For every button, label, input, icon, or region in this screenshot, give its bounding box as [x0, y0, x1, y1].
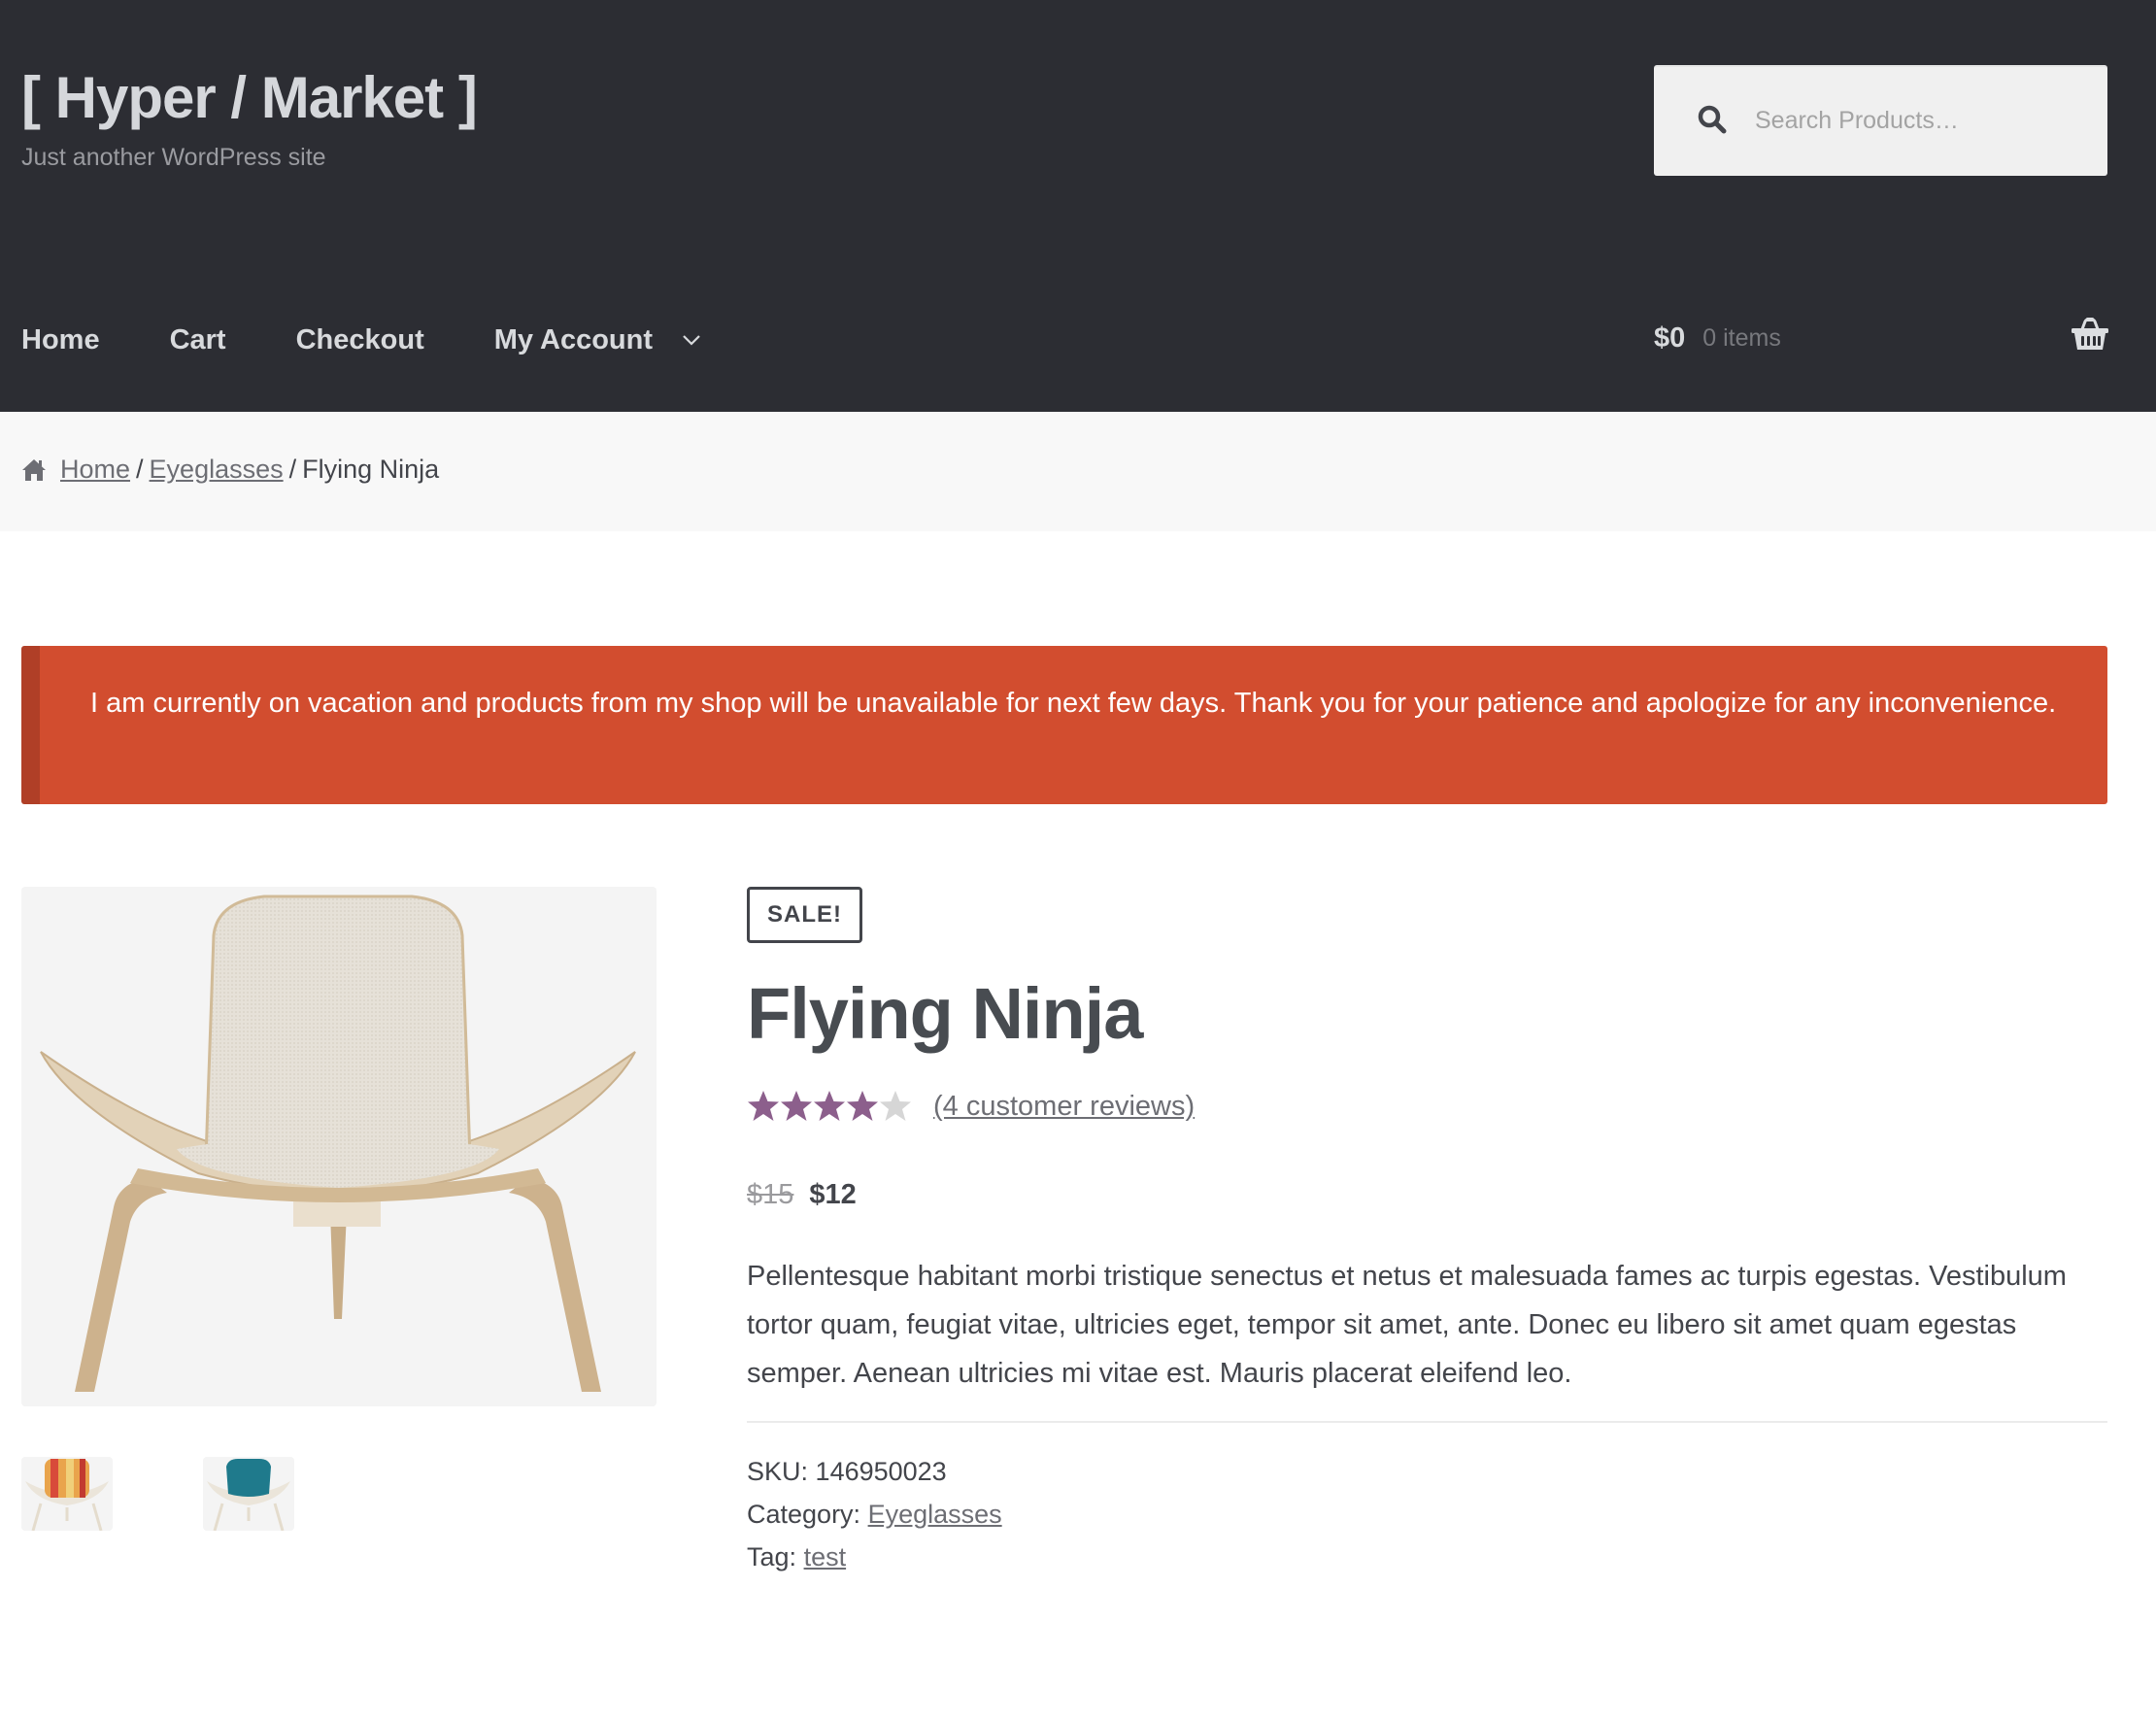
breadcrumb-category-link[interactable]: Eyeglasses	[150, 455, 284, 485]
cart-item-count: 0 items	[1702, 323, 1781, 352]
category-row: Category: Eyeglasses	[747, 1493, 2107, 1536]
chair-thumbnail-teal	[207, 1459, 290, 1531]
header-cart[interactable]: $0 0 items	[1654, 316, 1781, 360]
nav-item-label: Cart	[169, 323, 226, 355]
chair-image	[40, 895, 636, 1392]
notice-text: I am currently on vacation and products …	[90, 688, 2057, 719]
gallery-thumbnail[interactable]	[203, 1457, 294, 1531]
home-icon	[22, 458, 46, 481]
star-filled-icon	[781, 1091, 812, 1122]
product-short-description: Pellentesque habitant morbi tristique se…	[747, 1261, 2067, 1390]
price-sale: $12	[809, 1179, 857, 1211]
star-filled-icon	[814, 1091, 845, 1122]
product-price: $15 $12	[747, 1179, 2107, 1211]
category-link[interactable]: Eyeglasses	[868, 1500, 1002, 1529]
product-rating: (4 customer reviews)	[747, 1090, 2107, 1123]
nav-item-checkout[interactable]: Checkout	[296, 324, 424, 356]
tag-row: Tag: test	[747, 1536, 2107, 1578]
tag-label: Tag:	[747, 1542, 797, 1572]
breadcrumb-bar: Home / Eyeglasses / Flying Ninja	[0, 412, 2156, 531]
basket-icon[interactable]	[2072, 318, 2108, 351]
search-input[interactable]	[1755, 65, 2085, 176]
product-search[interactable]	[1654, 65, 2107, 176]
tag-link[interactable]: test	[804, 1542, 847, 1571]
site-header: [ Hyper / Market ] Just another WordPres…	[0, 0, 2156, 412]
product-meta: SKU: 146950023 Category: Eyeglasses Tag:…	[747, 1450, 2107, 1578]
sku-row: SKU: 146950023	[747, 1450, 2107, 1493]
product-main-image[interactable]	[21, 887, 657, 1406]
breadcrumb-home-link[interactable]: Home	[60, 455, 130, 485]
nav-item-home[interactable]: Home	[21, 324, 100, 356]
vacation-notice: I am currently on vacation and products …	[21, 646, 2107, 804]
star-empty-icon	[880, 1091, 911, 1122]
site-tagline: Just another WordPress site	[21, 144, 326, 171]
breadcrumb-separator: /	[288, 455, 297, 484]
primary-nav: Home Cart Checkout My Account	[21, 311, 771, 369]
breadcrumb-separator: /	[136, 455, 144, 484]
star-filled-icon	[748, 1091, 779, 1122]
divider	[747, 1421, 2107, 1424]
product-title: Flying Ninja	[747, 973, 1143, 1054]
breadcrumb: Home / Eyeglasses / Flying Ninja	[21, 455, 439, 485]
nav-item-cart[interactable]: Cart	[170, 324, 226, 356]
nav-item-label: Checkout	[295, 323, 424, 355]
gallery-thumbnail[interactable]	[21, 1457, 113, 1531]
product-summary: SALE! Flying Ninja (4 customer reviews) …	[747, 887, 2107, 1578]
star-rating	[747, 1090, 912, 1123]
nav-item-label: Home	[21, 323, 100, 355]
breadcrumb-current: Flying Ninja	[302, 455, 440, 484]
nav-item-my-account[interactable]: My Account	[494, 324, 701, 356]
star-filled-icon	[847, 1091, 878, 1122]
category-label: Category:	[747, 1500, 861, 1530]
sku-label: SKU:	[747, 1457, 809, 1487]
chevron-down-icon[interactable]	[682, 333, 701, 347]
site-title[interactable]: [ Hyper / Market ]	[21, 64, 478, 131]
search-icon[interactable]	[1697, 104, 1728, 135]
price-original: $15	[747, 1179, 794, 1211]
cart-amount: $0	[1654, 321, 1686, 354]
nav-item-label: My Account	[493, 323, 654, 355]
sku-value: 146950023	[815, 1457, 947, 1487]
chair-thumbnail-striped	[25, 1459, 109, 1531]
sale-badge: SALE!	[747, 887, 862, 943]
reviews-link[interactable]: (4 customer reviews)	[933, 1091, 1195, 1123]
